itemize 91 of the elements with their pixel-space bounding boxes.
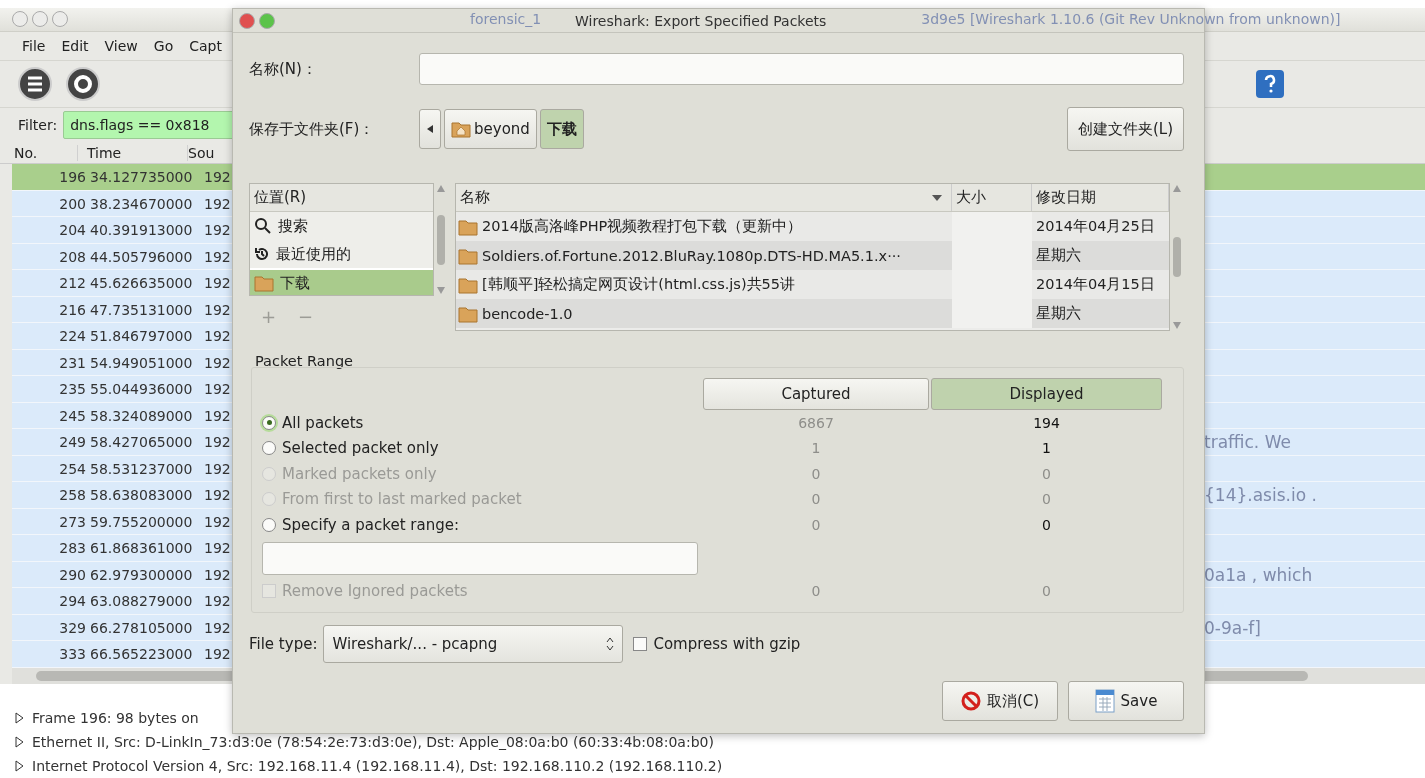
window-title: forensic_1 <box>470 11 542 28</box>
file-date: 2014年04月15日 <box>1035 275 1156 294</box>
filter-label: Filter: <box>18 116 58 133</box>
file-date: 星期六 <box>1035 246 1082 265</box>
maximize-button[interactable] <box>259 12 275 29</box>
radio-button[interactable] <box>262 517 276 532</box>
path-button[interactable]: 下载 <box>539 109 584 149</box>
detail-line[interactable]: Ethernet II, Src: D-LinkIn_73:d3:0e (78:54:2e:73:d3:0e), Dst: Apple_08:0a:b0 (60:33:4b:08:0a:b0) <box>32 734 714 750</box>
count-value: 0 <box>1041 515 1052 535</box>
column-header[interactable]: 位置(R) <box>250 184 433 212</box>
file-date: 星期六 <box>1035 304 1082 323</box>
file-type-select[interactable]: Wireshark/... - pcapng <box>323 625 624 663</box>
menu-item[interactable]: File <box>22 37 46 54</box>
option-label: Marked packets only <box>282 464 437 483</box>
left-arrow-icon <box>426 124 434 134</box>
window-button[interactable] <box>32 11 48 28</box>
menu-item[interactable]: Go <box>153 37 174 54</box>
folder-icon <box>254 273 274 293</box>
count-value: 0 <box>1041 464 1052 484</box>
count-value: 1 <box>1041 439 1052 459</box>
path-button[interactable]: beyond <box>444 109 537 149</box>
window-button[interactable] <box>52 11 68 28</box>
file-name: 2014版高洛峰PHP视频教程打包下载（更新中） <box>482 217 803 236</box>
column-header[interactable]: No. <box>14 144 78 161</box>
option-label: Compress with gzip <box>653 635 801 653</box>
scroll-down-icon <box>437 287 445 294</box>
count-value: 194 <box>1032 413 1061 433</box>
column-header[interactable]: 大小 <box>952 184 1032 211</box>
checkbox[interactable] <box>633 637 648 651</box>
count-value: 0 <box>1041 582 1052 602</box>
close-button[interactable] <box>239 12 255 29</box>
file-row[interactable]: bencode-1.0 星期六 <box>456 299 1169 328</box>
dialog-title: Wireshark: Export Specified Packets <box>575 12 827 29</box>
count-value: 0 <box>810 490 822 510</box>
count-value: 0 <box>810 464 822 484</box>
file-name: [韩顺平]轻松搞定网页设计(html.css.js)共55讲 <box>482 275 795 294</box>
scroll-thumb[interactable] <box>437 214 445 265</box>
count-value: 0 <box>1041 490 1052 510</box>
column-header[interactable]: 名称 <box>456 184 952 211</box>
column-header[interactable]: Time <box>78 144 188 161</box>
cancel-icon <box>960 691 981 711</box>
search-icon <box>254 217 272 235</box>
history-icon <box>254 246 270 262</box>
back-button[interactable] <box>419 109 441 149</box>
column-toggle[interactable]: Captured <box>703 378 929 410</box>
radio-button[interactable] <box>262 415 276 430</box>
file-date: 2014年04月25日 <box>1035 217 1156 236</box>
count-value: 1 <box>810 439 822 459</box>
window-button[interactable] <box>12 11 28 28</box>
group-title: Packet Range <box>255 353 354 369</box>
help-icon <box>1255 69 1285 100</box>
count-value: 6867 <box>797 413 835 433</box>
option-label: Selected packet only <box>282 439 439 458</box>
file-name: bencode-1.0 <box>482 305 573 322</box>
place-item[interactable]: 最近使用的 <box>250 240 433 268</box>
settings-icon <box>66 67 100 102</box>
scrollbar[interactable] <box>434 183 448 296</box>
file-type-label: File type: <box>249 635 318 653</box>
scrollbar[interactable] <box>1170 183 1184 331</box>
window-title: 3d9e5 [Wireshark 1.10.6 (Git Rev Unknown from unknown)] <box>921 11 1341 28</box>
name-label: 名称(N)： <box>249 59 318 79</box>
count-value: 0 <box>810 515 822 535</box>
scroll-thumb[interactable] <box>1173 237 1181 277</box>
count-value: 0 <box>810 582 822 602</box>
option-label: From first to last marked packet <box>282 490 522 509</box>
cancel-button[interactable]: 取消(C) <box>942 681 1058 721</box>
menu-item[interactable]: Edit <box>61 37 89 54</box>
scroll-down-icon <box>1173 322 1181 329</box>
document-icon <box>1094 689 1115 713</box>
radio-button[interactable] <box>262 441 276 456</box>
option-label: All packets <box>282 413 364 432</box>
name-field[interactable] <box>419 53 1184 85</box>
home-folder-icon <box>451 119 471 139</box>
option-label: Specify a packet range: <box>282 515 459 534</box>
column-header[interactable]: 修改日期 <box>1032 184 1169 211</box>
range-field[interactable] <box>262 541 698 575</box>
column-toggle[interactable]: Displayed <box>931 378 1162 410</box>
place-item[interactable]: 搜索 <box>250 212 433 240</box>
list-icon <box>18 67 52 102</box>
updown-icon <box>606 637 615 651</box>
create-folder-button[interactable]: 创建文件夹(L) <box>1066 107 1184 151</box>
place-item[interactable]: 下载 <box>250 268 433 295</box>
folder-label: 保存于文件夹(F)： <box>249 119 376 139</box>
detail-line[interactable]: Internet Protocol Version 4, Src: 192.168.11.4 (192.168.11.4), Dst: 192.168.110.2 (192.168.110.2) <box>32 758 723 774</box>
menu-item[interactable]: View <box>104 37 138 54</box>
option-label: Remove Ignored packets <box>282 582 468 601</box>
menu-item[interactable]: Capt <box>189 37 222 54</box>
file-name: Soldiers.of.Fortune.2012.BluRay.1080p.DTS-HD.MA5.1.x··· <box>482 247 901 264</box>
save-button[interactable]: Save <box>1068 681 1184 721</box>
detail-line[interactable]: Frame 196: 98 bytes on <box>32 710 199 726</box>
file-row[interactable]: Soldiers.of.Fortune.2012.BluRay.1080p.DTS-HD.MA5.1.x··· 星期六 <box>456 241 1169 270</box>
